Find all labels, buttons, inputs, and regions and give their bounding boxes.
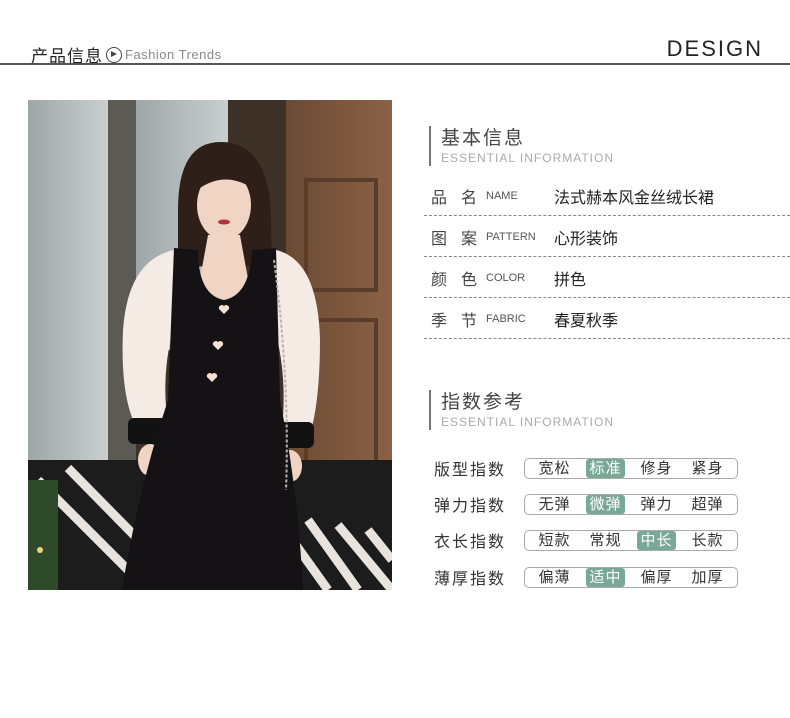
index-label: 弹力指数 [434,496,507,515]
info-row-season: 季节 FABRIC 春夏秋季 [424,299,790,339]
header-divider [0,63,790,65]
index-row-length: 衣长指数 短款 常规 中长 长款 [434,528,738,552]
index-option-selected: 适中 [586,567,625,587]
index-row-thickness: 薄厚指数 偏薄 适中 偏厚 加厚 [434,565,738,589]
design-label: DESIGN [666,36,763,61]
info-key-en: NAME [486,189,518,202]
index-scale: 短款 常规 中长 长款 [524,529,738,551]
info-key: 颜色 [431,269,492,289]
info-key: 品名 [431,187,492,207]
index-option: 修身 [640,458,673,477]
index-option: 宽松 [538,458,571,477]
index-label: 衣长指数 [434,532,507,551]
info-key-en: PATTERN [486,230,536,243]
basic-info-header: 基本信息 ESSENTIAL INFORMATION [429,126,614,166]
index-scale: 宽松 标准 修身 紧身 [524,457,738,479]
index-option: 长款 [691,530,724,549]
index-option: 弹力 [640,494,673,513]
info-row-name: 品名 NAME 法式赫本风金丝绒长裙 [424,176,790,216]
index-row-elasticity: 弹力指数 无弹 微弹 弹力 超弹 [434,492,738,516]
index-row-fit: 版型指数 宽松 标准 修身 紧身 [434,456,738,480]
index-scale: 偏薄 适中 偏厚 加厚 [524,566,738,588]
info-key-en: COLOR [486,271,526,284]
info-row-pattern: 图案 PATTERN 心形装饰 [424,217,790,257]
info-key-en: FABRIC [486,312,526,325]
info-value: 法式赫本风金丝绒长裙 [554,187,715,207]
product-photo [28,100,392,590]
info-key: 季节 [431,310,492,330]
info-key: 图案 [431,228,492,248]
index-option: 超弹 [691,494,724,513]
index-option: 常规 [589,530,622,549]
index-option: 短款 [538,530,571,549]
index-option-selected: 中长 [637,530,676,550]
index-label: 薄厚指数 [434,569,507,588]
info-value: 心形装饰 [554,228,619,248]
index-option-selected: 微弹 [586,494,625,514]
arrow-right-circle-icon [106,46,122,63]
index-option: 紧身 [691,458,724,477]
basic-info-subtitle: ESSENTIAL INFORMATION [441,151,615,165]
index-scale: 无弹 微弹 弹力 超弹 [524,493,738,515]
index-subtitle: ESSENTIAL INFORMATION [441,415,615,429]
page-subtitle: Fashion Trends [125,47,222,62]
index-option: 偏厚 [640,567,673,586]
index-label: 版型指数 [434,460,507,479]
info-value: 春夏秋季 [554,310,619,330]
info-row-color: 颜色 COLOR 拼色 [424,258,790,298]
index-option: 加厚 [691,567,724,586]
basic-info-title: 基本信息 [441,127,526,149]
info-value: 拼色 [554,269,587,289]
index-title: 指数参考 [441,391,526,413]
index-option-selected: 标准 [586,458,625,478]
index-option: 无弹 [538,494,571,513]
index-header: 指数参考 ESSENTIAL INFORMATION [429,390,614,430]
index-option: 偏薄 [538,567,571,586]
